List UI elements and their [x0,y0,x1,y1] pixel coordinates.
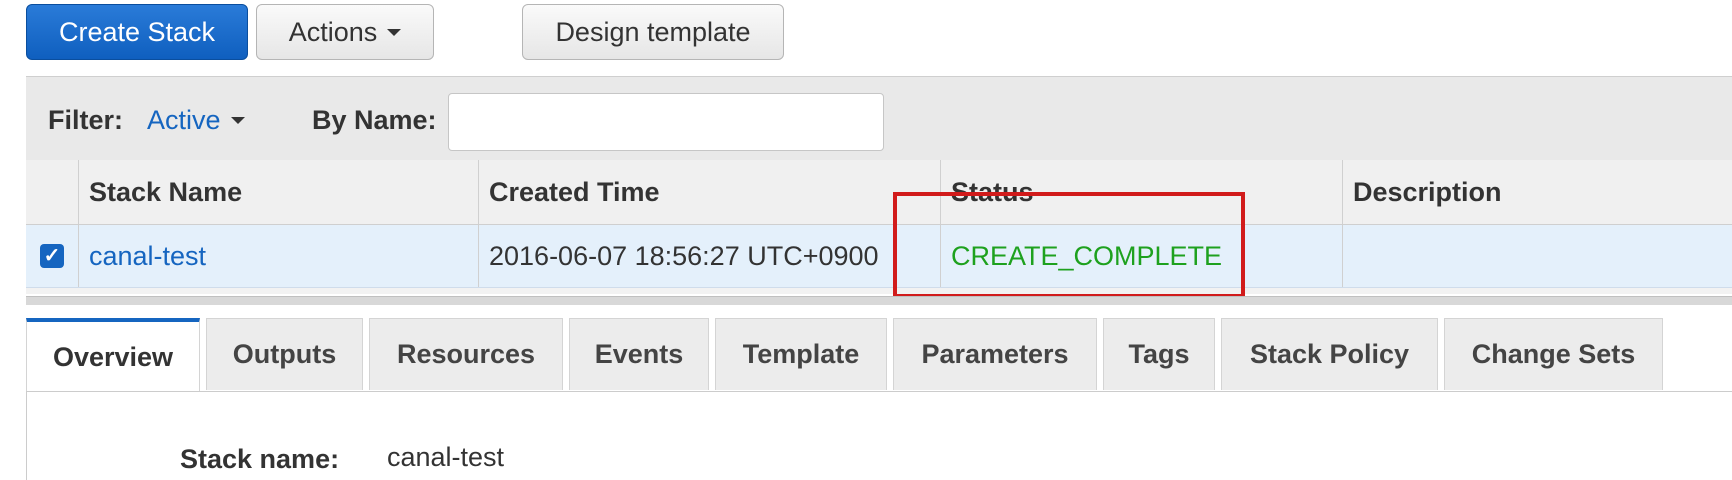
row-select-cell: ✓ [26,225,78,287]
tabs-baseline [26,391,1732,392]
status-highlight-box [893,192,1245,298]
actions-button[interactable]: Actions [256,4,434,60]
tab-events[interactable]: Events [569,318,709,390]
created-time-cell: 2016-06-07 18:56:27 UTC+0900 [478,225,940,287]
create-stack-label: Create Stack [58,16,216,47]
tab-template[interactable]: Template [715,318,887,390]
select-column-header [26,160,78,224]
stack-name-label: Stack name: [180,444,340,474]
column-header-description[interactable]: Description [1342,160,1732,224]
design-template-button[interactable]: Design template [522,4,784,60]
table-header: Stack Name Created Time Status Descripti… [26,160,1732,225]
tab-outputs[interactable]: Outputs [206,318,363,390]
filter-dropdown[interactable]: Active [147,105,245,136]
column-header-created-time[interactable]: Created Time [478,160,940,224]
stack-name-value: canal-test [387,442,505,472]
checkbox-checked-icon[interactable]: ✓ [40,244,64,268]
tab-parameters[interactable]: Parameters [893,318,1097,390]
table-row[interactable]: ✓ canal-test 2016-06-07 18:56:27 UTC+090… [26,225,1732,288]
tab-overview[interactable]: Overview [26,318,200,392]
table-scroll-edge [26,288,1732,294]
by-name-label: By Name: [312,105,437,135]
create-stack-button[interactable]: Create Stack [26,4,248,60]
tab-resources[interactable]: Resources [369,318,563,390]
caret-down-icon [230,117,245,124]
stack-name-link[interactable]: canal-test [78,225,478,287]
pane-resize-handle[interactable] [26,296,1732,305]
description-cell [1342,225,1732,287]
filter-label: Filter: [48,105,124,135]
tab-stack-policy[interactable]: Stack Policy [1221,318,1438,390]
filter-value: Active [147,105,221,135]
tab-tags[interactable]: Tags [1103,318,1215,390]
content-border [26,392,27,480]
filter-bar: Filter: Active By Name: [26,76,1732,162]
design-template-label: Design template [555,16,751,47]
actions-label: Actions [288,16,378,47]
by-name-input[interactable] [448,93,884,151]
caret-down-icon [387,28,402,36]
tab-change-sets[interactable]: Change Sets [1444,318,1663,390]
column-header-stack-name[interactable]: Stack Name [78,160,478,224]
